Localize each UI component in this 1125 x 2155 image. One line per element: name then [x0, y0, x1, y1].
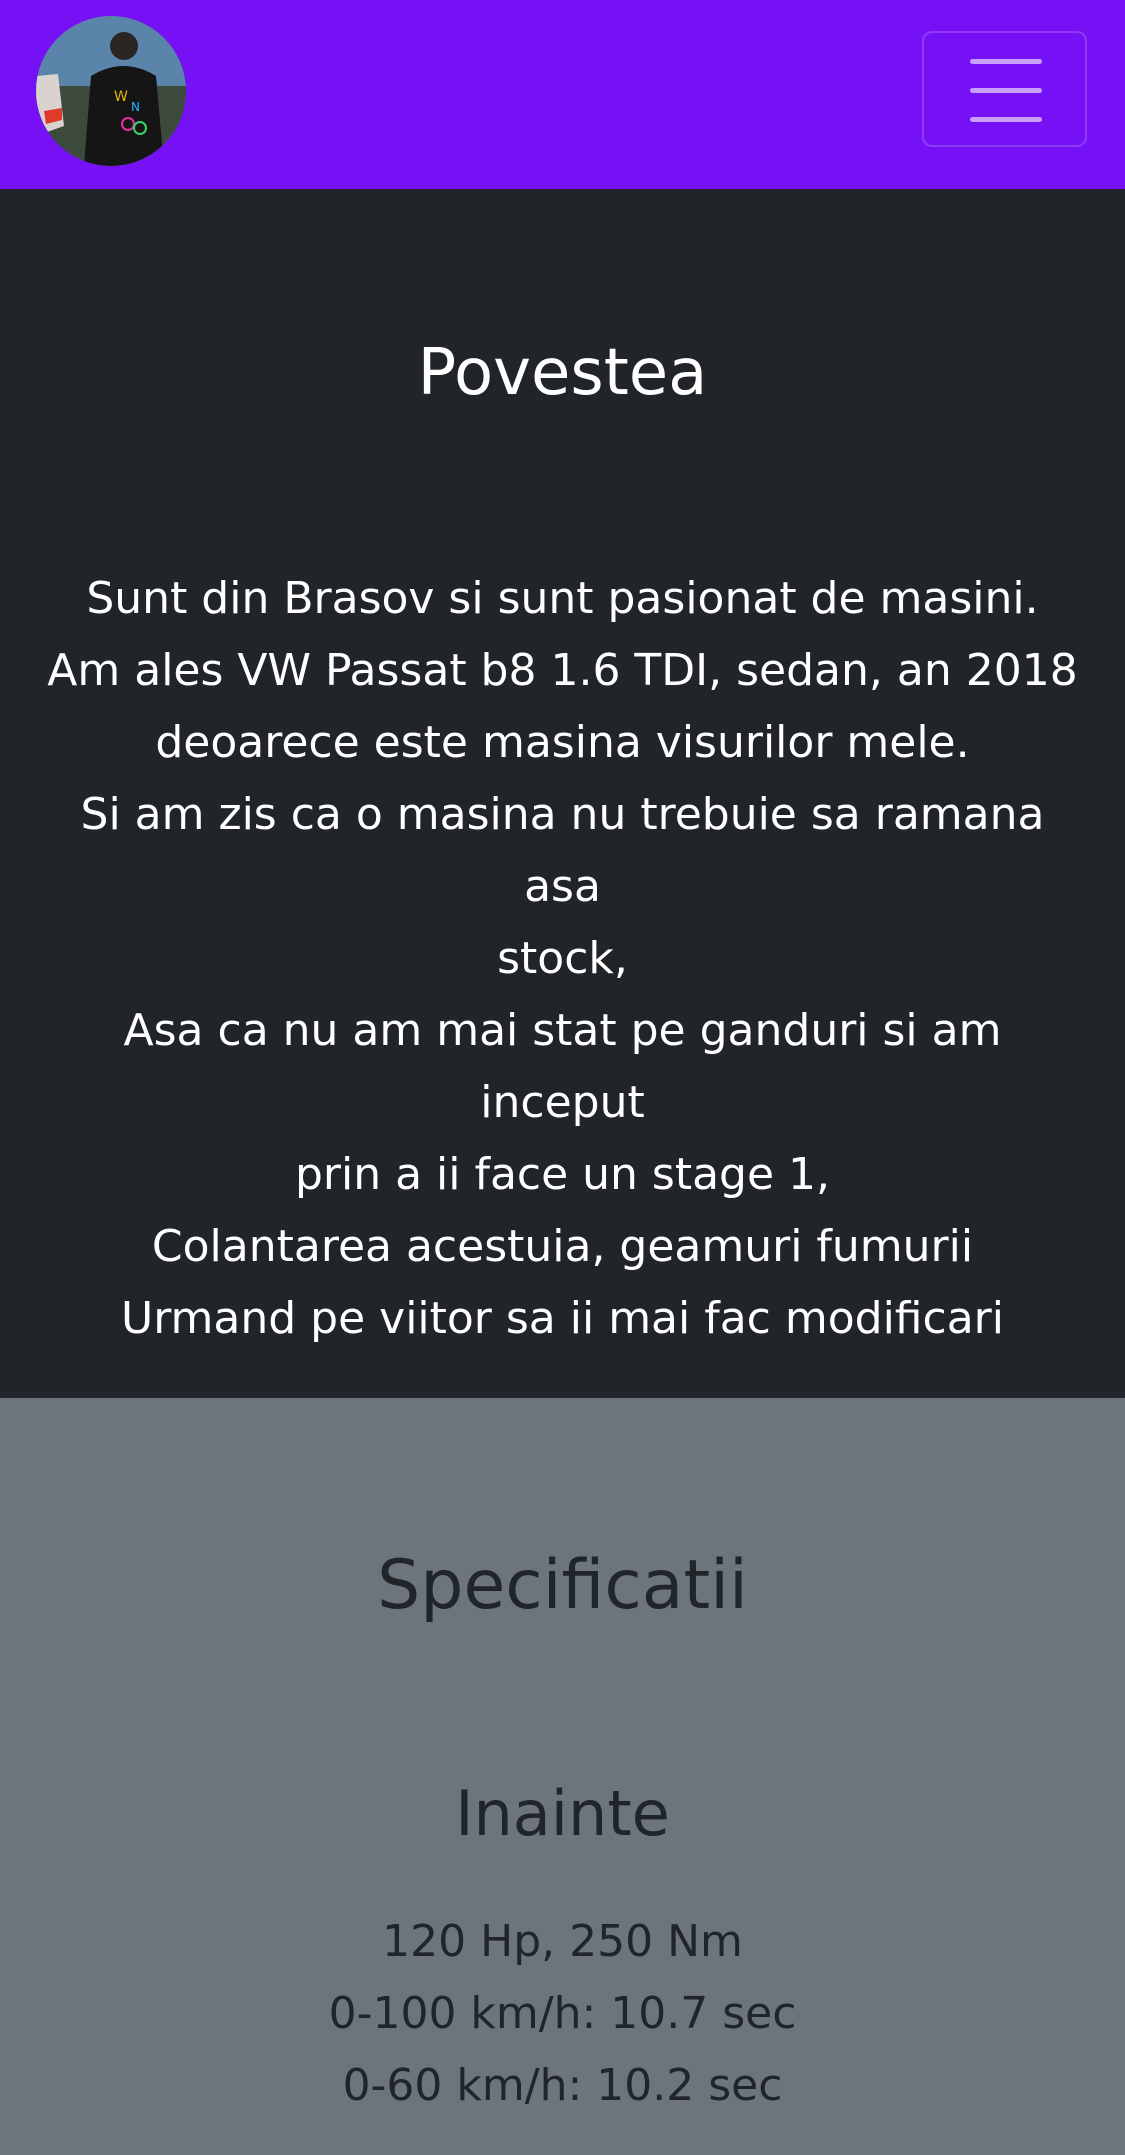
story-title: Povestea [417, 336, 708, 410]
specs-section: Specificatii Inainte 120 Hp, 250 Nm 0-10… [0, 1398, 1125, 2155]
avatar[interactable]: W N [36, 16, 186, 166]
story-line: Si am zis ca o masina nu trebuie sa rama… [80, 789, 1045, 912]
story-line: Sunt din Brasov si sunt pasionat de masi… [86, 573, 1039, 624]
spec-item: 0-100 km/h: 10.7 sec [328, 1988, 797, 2039]
story-paragraph: Sunt din Brasov si sunt pasionat de masi… [40, 563, 1085, 1355]
story-line: Am ales VW Passat b8 1.6 TDI, sedan, an … [47, 645, 1078, 696]
menu-toggle-button[interactable] [922, 31, 1087, 147]
hamburger-menu-icon [970, 117, 1042, 122]
story-line: prin a ii face un stage 1, [294, 1149, 831, 1200]
story-section: Povestea Sunt din Brasov si sunt pasiona… [0, 189, 1125, 1398]
specs-subtitle: Inainte [455, 1777, 670, 1850]
avatar-photo-icon: W N [36, 16, 186, 166]
specs-title: Specificatii [377, 1546, 748, 1625]
svg-text:N: N [131, 100, 140, 114]
svg-text:W: W [114, 89, 128, 105]
story-line: Asa ca nu am mai stat pe ganduri si am i… [123, 1005, 1002, 1128]
hamburger-menu-icon [970, 59, 1042, 64]
hamburger-menu-icon [970, 88, 1042, 93]
top-navbar: W N [0, 0, 1125, 189]
spec-list: 120 Hp, 250 Nm 0-100 km/h: 10.7 sec 0-60… [0, 1906, 1125, 2122]
story-line: stock, [497, 933, 628, 984]
story-line: Colantarea acestuia, geamuri fumurii [151, 1221, 974, 1272]
story-line: Urmand pe viitor sa ii mai fac modificar… [121, 1293, 1004, 1344]
story-line: deoarece este masina visurilor mele. [155, 717, 970, 768]
spec-item: 0-60 km/h: 10.2 sec [342, 2060, 783, 2111]
spec-item: 120 Hp, 250 Nm [382, 1916, 743, 1967]
